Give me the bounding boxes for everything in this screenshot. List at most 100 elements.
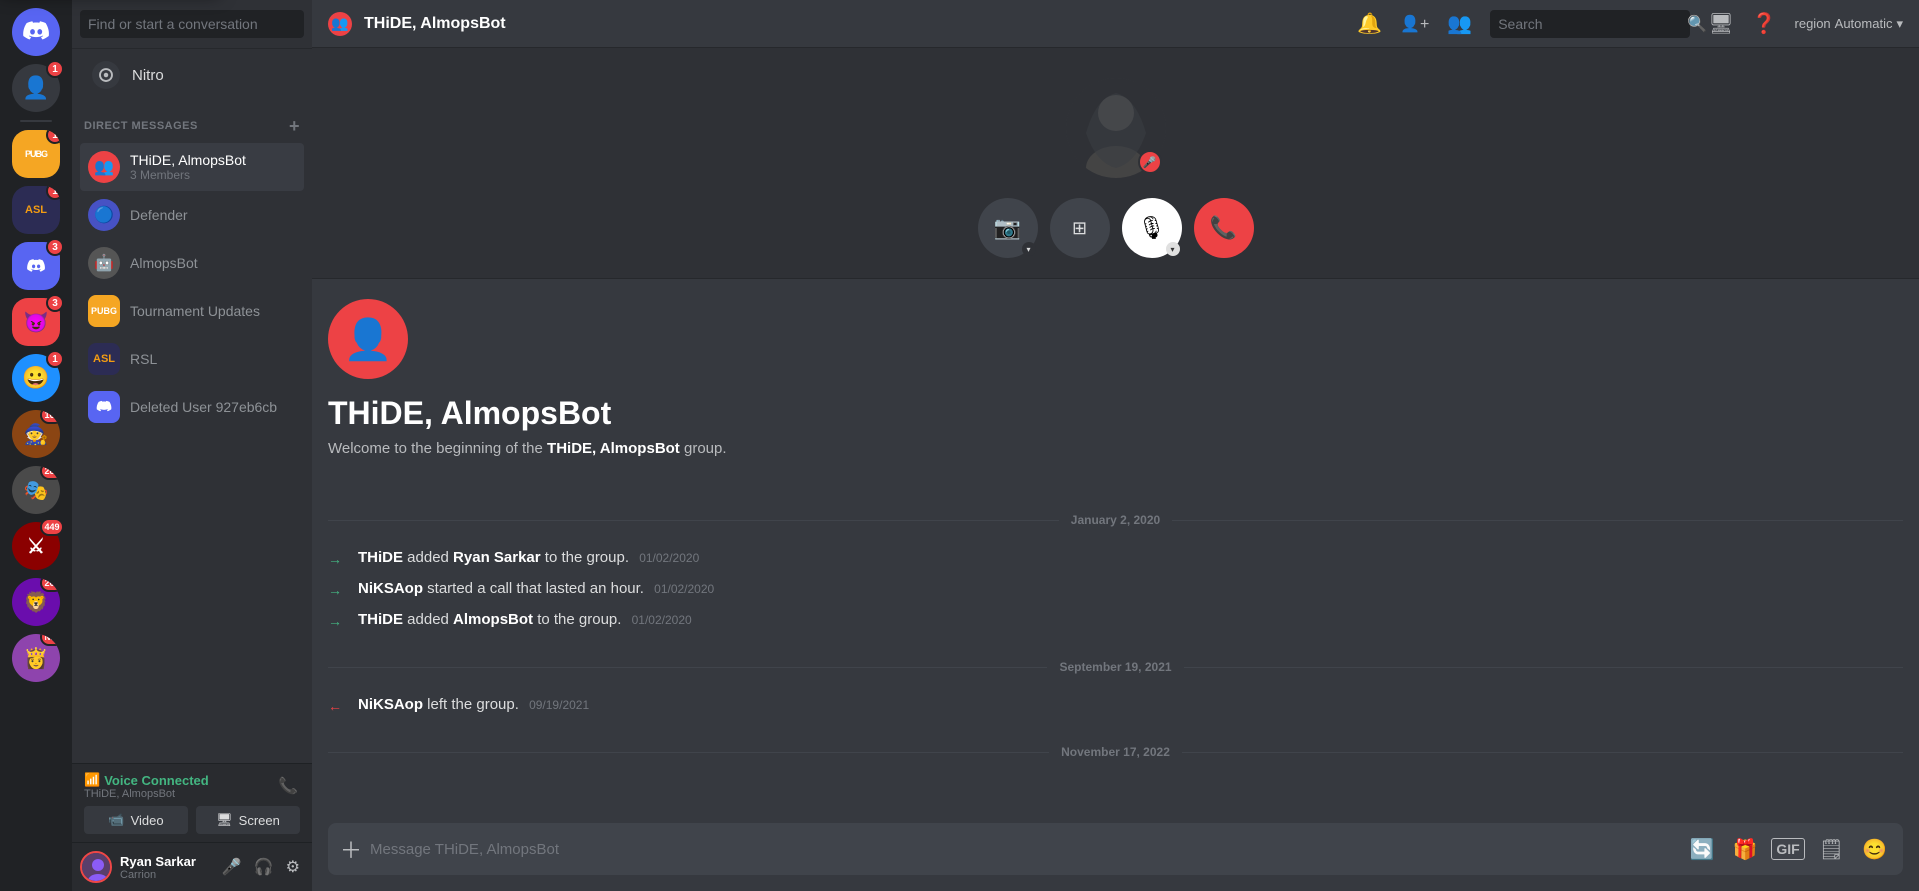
server-icon-160[interactable]: 🧙 160 — [12, 410, 60, 458]
chat-message-4: ← NiKSAop left the group. 09/19/2021 — [328, 694, 1903, 717]
dm-avatar-almopsbot: 🤖 — [88, 247, 120, 279]
date-divider-jan: January 2, 2020 — [328, 513, 1903, 527]
gif-icon[interactable]: GIF — [1771, 838, 1804, 860]
voice-disconnect-icon-button[interactable]: 📞 — [276, 774, 300, 798]
dm-section-header: Direct Messages + — [72, 101, 312, 139]
chat-message-3: → THiDE added AlmopsBot to the group. 01… — [328, 609, 1903, 632]
region-label: region — [1795, 16, 1831, 31]
server-badge-red: 3 — [46, 294, 64, 312]
emoji-icon[interactable]: 😊 — [1858, 833, 1891, 866]
chat-area: 👤 THiDE, AlmopsBot Welcome to the beginn… — [312, 279, 1919, 823]
dm-name-almopsbot: AlmopsBot — [130, 255, 198, 271]
end-call-icon: 📞 — [1210, 215, 1237, 241]
call-mute-button[interactable]: 🎙 ▾ — [1122, 198, 1182, 258]
video-icon: 📹 — [108, 812, 124, 828]
server-icon-280[interactable]: 🎭 280 — [12, 466, 60, 514]
message-text-1: THiDE added Ryan Sarkar to the group. 01… — [358, 547, 1903, 570]
dm-info-rsl: RSL — [130, 351, 157, 367]
notification-bell-icon[interactable]: 🔔 — [1357, 11, 1382, 36]
call-end-button[interactable]: 📞 — [1194, 198, 1254, 258]
server-icon-red[interactable]: 😈 3 — [12, 298, 60, 346]
search-input[interactable] — [80, 10, 304, 38]
screen-icon: 🖥 — [216, 812, 233, 828]
dm-name-defender: Defender — [130, 207, 188, 223]
main-content: 👥 THiDE, AlmopsBot 🔔 👤+ 👥 🔍 🖥 ❓ region A… — [312, 0, 1919, 891]
server-icon-796[interactable]: 👸 NEW — [12, 634, 60, 682]
search-box: 🔍 — [1490, 10, 1690, 38]
dm-item-almopsbot[interactable]: 🤖 AlmopsBot — [80, 239, 304, 287]
video-label: Video — [131, 813, 164, 828]
dm-name-deleted: Deleted User 927eb6cb — [130, 399, 277, 415]
msg-author-2: NiKSAop — [358, 580, 423, 597]
call-controls: 📷 ▾ ⊞ 🎙 ▾ 📞 — [978, 198, 1254, 258]
user-controls: 🎤 🎧 ⚙ — [218, 853, 304, 881]
server-badge-206: 206 — [40, 578, 60, 592]
dm-name-rsl: RSL — [130, 351, 157, 367]
server-icon-blue2[interactable]: 😀 1 — [12, 354, 60, 402]
message-text-4: NiKSAop left the group. 09/19/2021 — [358, 694, 1903, 717]
message-add-button[interactable]: ＋ — [340, 823, 362, 875]
call-camera-button[interactable]: 📷 ▾ — [978, 198, 1038, 258]
dm-item-deleted-user[interactable]: Deleted User 927eb6cb — [80, 383, 304, 431]
inbox-icon[interactable]: 🖥 — [1708, 11, 1733, 36]
nitro-item[interactable]: Nitro — [80, 53, 304, 97]
server-badge-asl: 1 — [46, 186, 60, 200]
top-bar-channel-avatar: 👥 — [328, 12, 352, 36]
chat-group-desc: Welcome to the beginning of the THiDE, A… — [328, 440, 727, 457]
chevron-down-icon: ▾ — [1896, 16, 1903, 32]
dm-item-tournament-updates[interactable]: PUBG Tournament Updates — [80, 287, 304, 335]
server-icon-home[interactable] — [12, 8, 60, 56]
add-friend-icon[interactable]: 👤+ — [1400, 14, 1429, 34]
voice-connected-area: 📶 Voice Connected THiDE, AlmopsBot 📞 📹 V… — [72, 763, 312, 842]
server-sidebar: 👤 1 PUBG 1 ASL 1 3 😈 3 😀 1 🧙 160 🎭 280 — [0, 0, 72, 891]
msg-author-4: NiKSAop — [358, 696, 423, 713]
mute-dropdown-arrow: ▾ — [1166, 242, 1180, 256]
camera-icon: 📷 — [994, 215, 1021, 241]
server-icon-449[interactable]: ⚔ 449 — [12, 522, 60, 570]
dm-name-tournament: Tournament Updates — [130, 303, 260, 319]
server-divider — [20, 120, 52, 122]
date-divider-sep: September 19, 2021 — [328, 660, 1903, 674]
dm-info-defender: Defender — [130, 207, 188, 223]
members-icon[interactable]: 👥 — [1447, 11, 1472, 36]
user-name: Ryan Sarkar — [120, 854, 210, 869]
mute-button[interactable]: 🎤 — [218, 853, 246, 881]
dm-item-defender[interactable]: 🔵 Defender — [80, 191, 304, 239]
video-button[interactable]: 📹 Video — [84, 806, 188, 834]
screen-button[interactable]: 🖥 Screen — [196, 806, 300, 834]
region-selector[interactable]: region Automatic ▾ — [1795, 16, 1903, 32]
message-input[interactable] — [370, 829, 1678, 870]
dm-info-almopsbot: AlmopsBot — [130, 255, 198, 271]
server-icon-asl[interactable]: ASL 1 — [12, 186, 60, 234]
dm-info-tournament: Tournament Updates — [130, 303, 260, 319]
server-icon-friends[interactable]: 👤 1 — [12, 64, 60, 112]
server-icon-discord2[interactable]: 3 — [12, 242, 60, 290]
chat-group-intro: 👤 THiDE, AlmopsBot Welcome to the beginn… — [328, 299, 1903, 473]
dm-item-thide-almopsbot[interactable]: 👥 THiDE, AlmopsBot 3 Members — [80, 143, 304, 191]
user-avatar — [80, 851, 112, 883]
gift-icon[interactable]: 🎁 — [1728, 833, 1761, 866]
voice-status-info: 📶 Voice Connected THiDE, AlmopsBot — [84, 772, 209, 800]
message-input-wrapper: ＋ 🔄 🎁 GIF 🗒 😊 — [328, 823, 1903, 875]
search-input[interactable] — [1498, 16, 1679, 32]
call-screenshare-button[interactable]: ⊞ — [1050, 198, 1110, 258]
server-icon-206[interactable]: 🦁 206 — [12, 578, 60, 626]
server-icon-pubg[interactable]: PUBG 1 — [12, 130, 60, 178]
arrow-icon-4: ← — [328, 696, 348, 717]
settings-button[interactable]: ⚙ — [282, 853, 304, 881]
refresh-icon[interactable]: 🔄 — [1686, 833, 1719, 866]
chat-group-avatar: 👤 — [328, 299, 408, 379]
msg-author-3: THiDE — [358, 611, 403, 628]
voice-channel-name: THiDE, AlmopsBot — [84, 788, 209, 800]
dm-avatar-thide: 👥 — [88, 151, 120, 183]
dm-add-button[interactable]: + — [289, 117, 300, 135]
dm-avatar-deleted — [88, 391, 120, 423]
sticker-icon[interactable]: 🗒 — [1815, 833, 1848, 866]
dm-item-rsl[interactable]: ASL RSL — [80, 335, 304, 383]
deafen-button[interactable]: 🎧 — [250, 853, 278, 881]
chat-group-desc-suffix: group. — [680, 440, 727, 457]
help-icon[interactable]: ❓ — [1752, 11, 1777, 36]
screenshare-icon: ⊞ — [1072, 218, 1087, 239]
user-tag: Carrion — [120, 869, 210, 881]
date-label-sep: September 19, 2021 — [1047, 660, 1183, 674]
